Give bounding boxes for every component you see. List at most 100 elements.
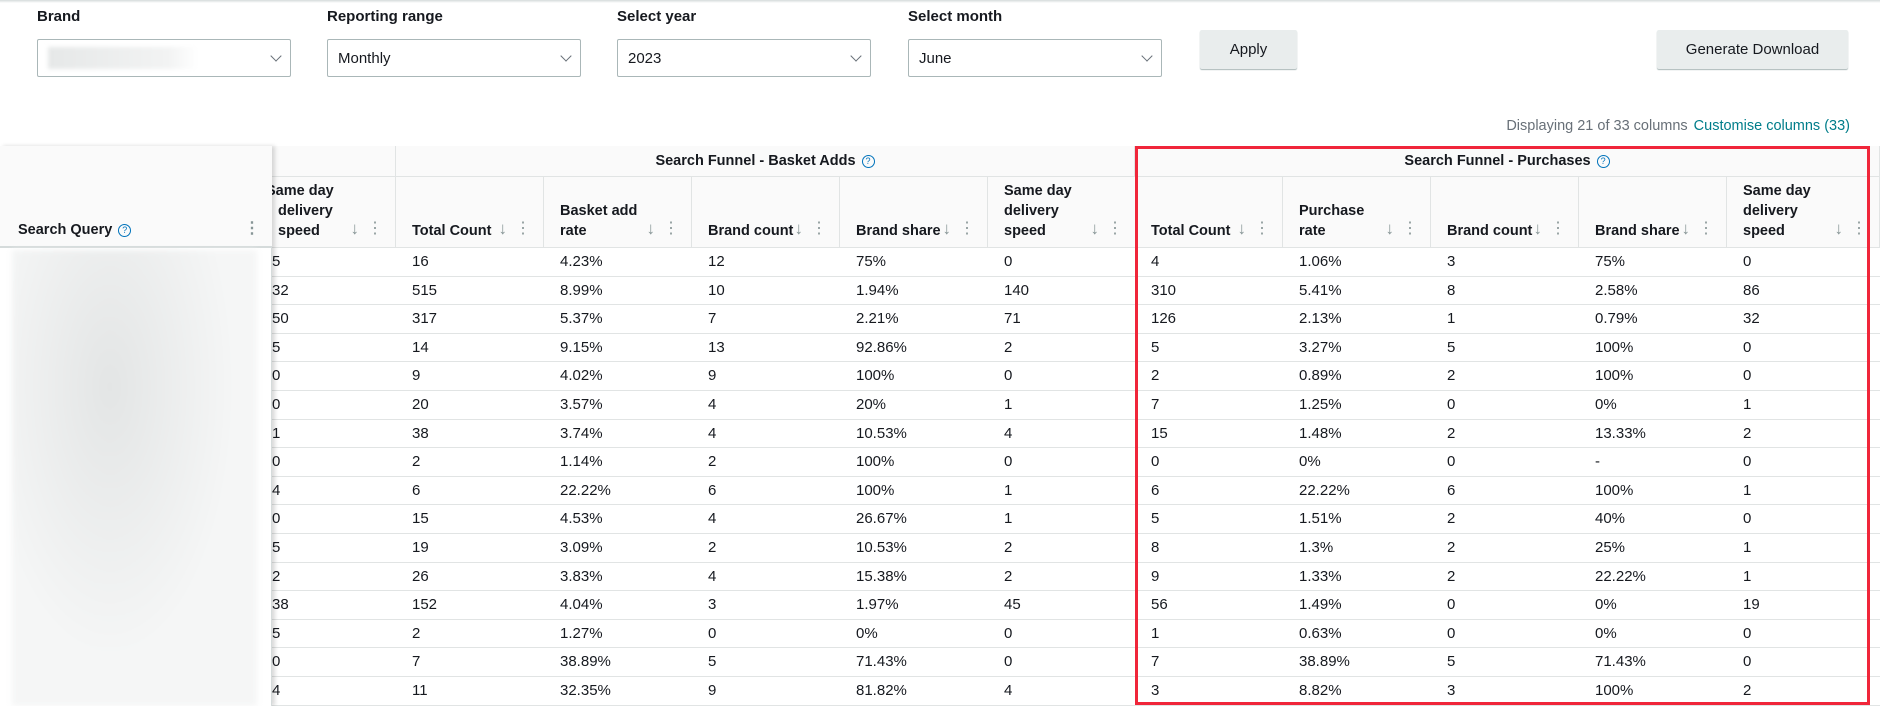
cell-purchase-2: 3 bbox=[1447, 253, 1456, 270]
cell-basket-2: 4 bbox=[708, 424, 717, 442]
sort-arrow-icon[interactable]: ↓ bbox=[647, 219, 656, 239]
cell-basket-0: 19 bbox=[412, 539, 429, 556]
cell-basket-2: 4 bbox=[708, 567, 717, 585]
cell-purchase-0: 3 bbox=[1151, 682, 1160, 699]
cell-purchase-0: 15 bbox=[1151, 424, 1168, 442]
cell-purchase-2: 2 bbox=[1447, 424, 1456, 442]
generate-download-button[interactable]: Generate Download bbox=[1657, 30, 1848, 69]
year-select[interactable]: 2023 bbox=[617, 39, 871, 77]
cell-basket-0: 2 bbox=[412, 453, 421, 471]
sort-arrow-icon[interactable]: ↓ bbox=[1835, 219, 1844, 239]
cell-purchase-2: 1 bbox=[1447, 310, 1456, 328]
help-icon[interactable]: ? bbox=[861, 154, 875, 168]
chevron-down-icon bbox=[850, 50, 862, 62]
column-header-purchase-4[interactable]: Same day delivery speed ↓ ⋮ bbox=[1727, 177, 1880, 248]
cell-basket-1: 9.15% bbox=[560, 338, 603, 356]
cell-partial-same-day: 5 bbox=[272, 253, 281, 270]
sort-arrow-icon[interactable]: ↓ bbox=[1682, 219, 1691, 239]
sort-arrow-icon[interactable]: ↓ bbox=[499, 219, 508, 239]
column-header-purchase-1[interactable]: Purchase rate ↓ ⋮ bbox=[1283, 177, 1431, 248]
cell-purchase-2: 5 bbox=[1447, 653, 1456, 671]
cell-purchase-2: 0 bbox=[1447, 624, 1456, 642]
search-query-header-label: Search Query bbox=[18, 222, 113, 238]
cell-purchase-1: 0.89% bbox=[1299, 367, 1342, 385]
cell-purchase-3: 22.22% bbox=[1595, 567, 1646, 585]
cell-basket-2: 4 bbox=[708, 510, 717, 528]
column-header-purchase-3[interactable]: Brand share ↓ ⋮ bbox=[1579, 177, 1727, 248]
column-menu-icon[interactable]: ⋮ bbox=[1107, 219, 1123, 239]
customise-columns-link[interactable]: Customise columns (33) bbox=[1694, 118, 1850, 134]
table-row: 0 9 4.02% 9 100% 0 2 0.89% 2 100% 0 bbox=[0, 362, 1880, 391]
cell-basket-4: 1 bbox=[1004, 510, 1013, 528]
sort-arrow-icon[interactable]: ↓ bbox=[1534, 219, 1543, 239]
cell-partial-same-day: 32 bbox=[272, 281, 289, 299]
column-header-basket-4[interactable]: Same day delivery speed ↓ ⋮ bbox=[988, 177, 1136, 248]
column-header-label: Same day delivery speed bbox=[266, 183, 334, 239]
cell-basket-4: 1 bbox=[1004, 396, 1013, 413]
cell-basket-2: 13 bbox=[708, 338, 725, 356]
cell-purchase-4: 1 bbox=[1743, 539, 1752, 556]
reporting-range-select[interactable]: Monthly bbox=[327, 39, 581, 77]
column-header-basket-2[interactable]: Brand count ↓ ⋮ bbox=[692, 177, 840, 248]
help-icon[interactable]: ? bbox=[118, 223, 132, 237]
cell-basket-0: 9 bbox=[412, 367, 421, 385]
search-query-header[interactable]: Search Query? ⋮ bbox=[0, 146, 272, 248]
column-menu-icon[interactable]: ⋮ bbox=[1698, 219, 1714, 239]
cell-partial-same-day: 0 bbox=[272, 367, 281, 385]
cell-basket-3: 10.53% bbox=[856, 424, 907, 442]
displaying-columns-text: Displaying 21 of 33 columns bbox=[1506, 118, 1688, 134]
cell-purchase-0: 6 bbox=[1151, 481, 1160, 499]
cell-basket-2: 12 bbox=[708, 253, 725, 270]
sort-arrow-icon[interactable]: ↓ bbox=[795, 219, 804, 239]
cell-purchase-0: 310 bbox=[1151, 281, 1177, 299]
help-icon[interactable]: ? bbox=[1596, 154, 1610, 168]
column-menu-icon[interactable]: ⋮ bbox=[244, 218, 260, 238]
column-menu-icon[interactable]: ⋮ bbox=[1851, 219, 1867, 239]
table-row: 4 11 32.35% 9 81.82% 4 3 8.82% 3 100% 2 bbox=[0, 677, 1880, 706]
cell-partial-same-day: 5 bbox=[272, 338, 281, 356]
cell-basket-3: 75% bbox=[856, 253, 887, 270]
column-menu-icon[interactable]: ⋮ bbox=[959, 219, 975, 239]
sort-arrow-icon[interactable]: ↓ bbox=[1091, 219, 1100, 239]
column-header-basket-1[interactable]: Basket add rate ↓ ⋮ bbox=[544, 177, 692, 248]
apply-button[interactable]: Apply bbox=[1200, 30, 1297, 69]
group-label: Search Funnel - Purchases bbox=[1404, 153, 1591, 169]
cell-purchase-0: 8 bbox=[1151, 539, 1160, 556]
sort-arrow-icon[interactable]: ↓ bbox=[351, 219, 360, 239]
sort-arrow-icon[interactable]: ↓ bbox=[1238, 219, 1247, 239]
cell-purchase-0: 7 bbox=[1151, 396, 1160, 413]
column-menu-icon[interactable]: ⋮ bbox=[1254, 219, 1270, 239]
cell-purchase-3: 0.79% bbox=[1595, 310, 1638, 328]
cell-basket-2: 6 bbox=[708, 481, 717, 499]
cell-purchase-0: 9 bbox=[1151, 567, 1160, 585]
column-menu-icon[interactable]: ⋮ bbox=[1402, 219, 1418, 239]
month-select[interactable]: June bbox=[908, 39, 1162, 77]
cell-purchase-0: 1 bbox=[1151, 624, 1160, 642]
brand-select[interactable] bbox=[37, 39, 291, 77]
column-header-purchase-2[interactable]: Brand count ↓ ⋮ bbox=[1431, 177, 1579, 248]
cell-purchase-4: 2 bbox=[1743, 682, 1752, 699]
column-controls: ↓ ⋮ bbox=[1534, 219, 1567, 239]
column-header-basket-3[interactable]: Brand share ↓ ⋮ bbox=[840, 177, 988, 248]
group-label: Search Funnel - Basket Adds bbox=[655, 153, 856, 169]
column-header-basket-0[interactable]: Total Count ↓ ⋮ bbox=[396, 177, 544, 248]
cell-purchase-4: 0 bbox=[1743, 653, 1752, 671]
sort-arrow-icon[interactable]: ↓ bbox=[1386, 219, 1395, 239]
column-menu-icon[interactable]: ⋮ bbox=[663, 219, 679, 239]
cell-basket-0: 2 bbox=[412, 624, 421, 642]
column-menu-icon[interactable]: ⋮ bbox=[515, 219, 531, 239]
cell-purchase-1: 22.22% bbox=[1299, 481, 1350, 499]
column-menu-icon[interactable]: ⋮ bbox=[367, 219, 383, 239]
column-header-purchase-0[interactable]: Total Count ↓ ⋮ bbox=[1135, 177, 1283, 248]
cell-basket-1: 4.53% bbox=[560, 510, 603, 528]
column-header-label: Total Count bbox=[1151, 223, 1231, 239]
column-menu-icon[interactable]: ⋮ bbox=[811, 219, 827, 239]
reporting-range-filter: Reporting range Monthly bbox=[327, 8, 581, 77]
column-header-partial-same-day[interactable]: Same day delivery speed ↓ ⋮ bbox=[266, 177, 396, 248]
column-menu-icon[interactable]: ⋮ bbox=[1550, 219, 1566, 239]
cell-partial-same-day: 1 bbox=[272, 424, 281, 442]
sort-arrow-icon[interactable]: ↓ bbox=[943, 219, 952, 239]
cell-purchase-3: 0% bbox=[1595, 396, 1617, 413]
cell-basket-3: 1.94% bbox=[856, 281, 899, 299]
cell-basket-2: 9 bbox=[708, 367, 717, 385]
